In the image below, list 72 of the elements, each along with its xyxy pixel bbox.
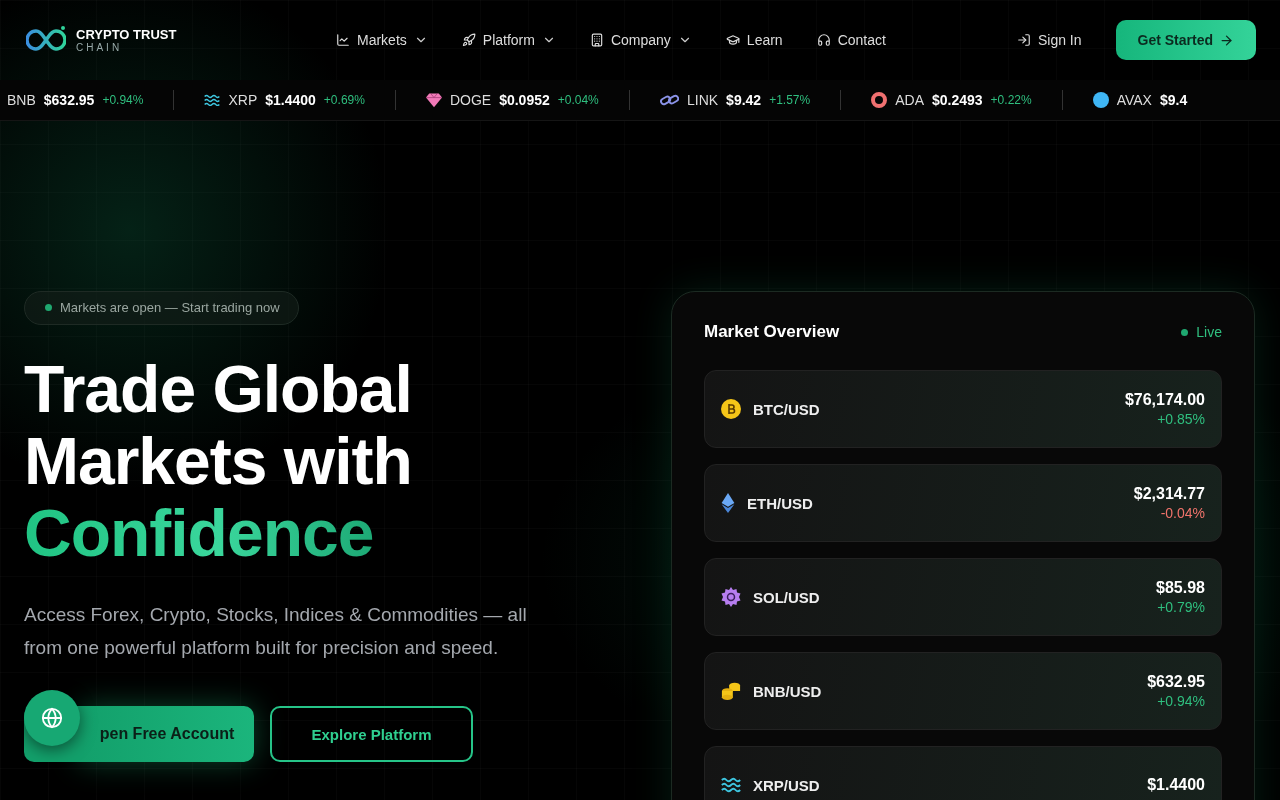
ticker-change: +0.69% — [323, 93, 365, 107]
arrow-right-icon — [1219, 32, 1234, 48]
pair-name: ETH/USD — [747, 494, 813, 512]
nav-link[interactable]: Contact — [816, 32, 886, 48]
ticker-price: $9.4 — [1159, 92, 1188, 108]
ticker-symbol: XRP — [228, 92, 258, 108]
chart-icon — [336, 33, 350, 47]
link-icon — [659, 92, 679, 108]
pair-change: +0.85% — [1157, 411, 1205, 427]
language-button[interactable] — [24, 690, 80, 746]
waves-icon — [721, 777, 741, 793]
ticker-price: $0.0952 — [499, 92, 550, 108]
coins-icon — [721, 681, 741, 701]
brand-name: CRYPTO TRUST — [76, 27, 177, 42]
get-started-button[interactable]: Get Started — [1115, 20, 1256, 60]
ticker-symbol: AVAX — [1116, 92, 1152, 108]
nav-link[interactable]: Platform — [461, 32, 556, 48]
ticker-change: +0.04% — [557, 93, 599, 107]
ticker-price: $632.95 — [43, 92, 95, 108]
ticker-symbol: BNB — [7, 92, 36, 108]
ticker-symbol: LINK — [687, 92, 719, 108]
pair-change: +0.94% — [1157, 693, 1205, 709]
card-title: Market Overview — [704, 322, 840, 342]
pair-name: SOL/USD — [753, 588, 820, 606]
nav-link[interactable]: Company — [589, 32, 692, 48]
market-row[interactable]: XRP/USD $1.4400 — [704, 746, 1222, 800]
graduation-cap-icon — [725, 33, 740, 47]
waves-icon — [204, 93, 221, 107]
pair-price: $2,314.77 — [1133, 485, 1205, 503]
status-badge: Markets are open — Start trading now — [24, 291, 299, 325]
market-row[interactable]: BNB/USD $632.95 +0.94% — [704, 652, 1222, 730]
pair-price: $85.98 — [1156, 579, 1205, 597]
pair-change: +0.79% — [1157, 599, 1205, 615]
pair-price: $1.4400 — [1147, 776, 1205, 794]
ticker-price: $0.2493 — [932, 92, 983, 108]
pair-price: $76,174.00 — [1124, 391, 1205, 409]
headset-icon — [816, 33, 831, 47]
ticker-change: +0.94% — [102, 93, 144, 107]
live-status: Live — [1196, 324, 1222, 340]
explore-platform-button[interactable]: Explore Platform — [270, 706, 473, 762]
pair-name: BTC/USD — [753, 400, 820, 418]
gear-icon — [721, 587, 741, 607]
pair-price: $632.95 — [1147, 673, 1205, 691]
ticker-symbol: ADA — [895, 92, 924, 108]
pair-change: -0.04% — [1160, 505, 1205, 521]
market-row[interactable]: ETH/USD $2,314.77 -0.04% — [704, 464, 1222, 542]
rocket-icon — [461, 33, 476, 47]
gem-icon — [425, 92, 442, 108]
pair-name: BNB/USD — [753, 682, 822, 700]
nav-link[interactable]: Learn — [725, 32, 783, 48]
hero-description: Access Forex, Crypto, Stocks, Indices & Commodities — all from one powerful platform built for precision and speed. — [24, 603, 528, 660]
circle-icon — [1092, 92, 1109, 108]
ticker-change: +0.22% — [990, 93, 1032, 107]
globe-icon — [41, 707, 63, 729]
ticker-symbol: DOGE — [449, 92, 492, 108]
sign-in-link[interactable]: Sign In — [1016, 32, 1082, 48]
hero-heading: Trade Global Markets with Confidence — [24, 353, 412, 569]
sign-in-icon — [1016, 33, 1031, 47]
nav-link[interactable]: Markets — [336, 32, 428, 48]
ticker-price: $9.42 — [726, 92, 762, 108]
ticker-change: +1.57% — [769, 93, 811, 107]
bitcoin-icon — [721, 399, 741, 419]
market-row[interactable]: SOL/USD $85.98 +0.79% — [704, 558, 1222, 636]
logo-icon — [26, 26, 66, 54]
pair-name: XRP/USD — [753, 776, 820, 794]
live-dot — [1181, 328, 1189, 336]
building-icon — [589, 33, 604, 47]
market-row[interactable]: BTC/USD $76,174.00 +0.85% — [704, 370, 1222, 448]
brand-subtitle: CHAIN — [76, 42, 124, 53]
ring-icon — [871, 92, 888, 108]
diamond-icon — [721, 493, 735, 513]
ticker-price: $1.4400 — [265, 92, 316, 108]
